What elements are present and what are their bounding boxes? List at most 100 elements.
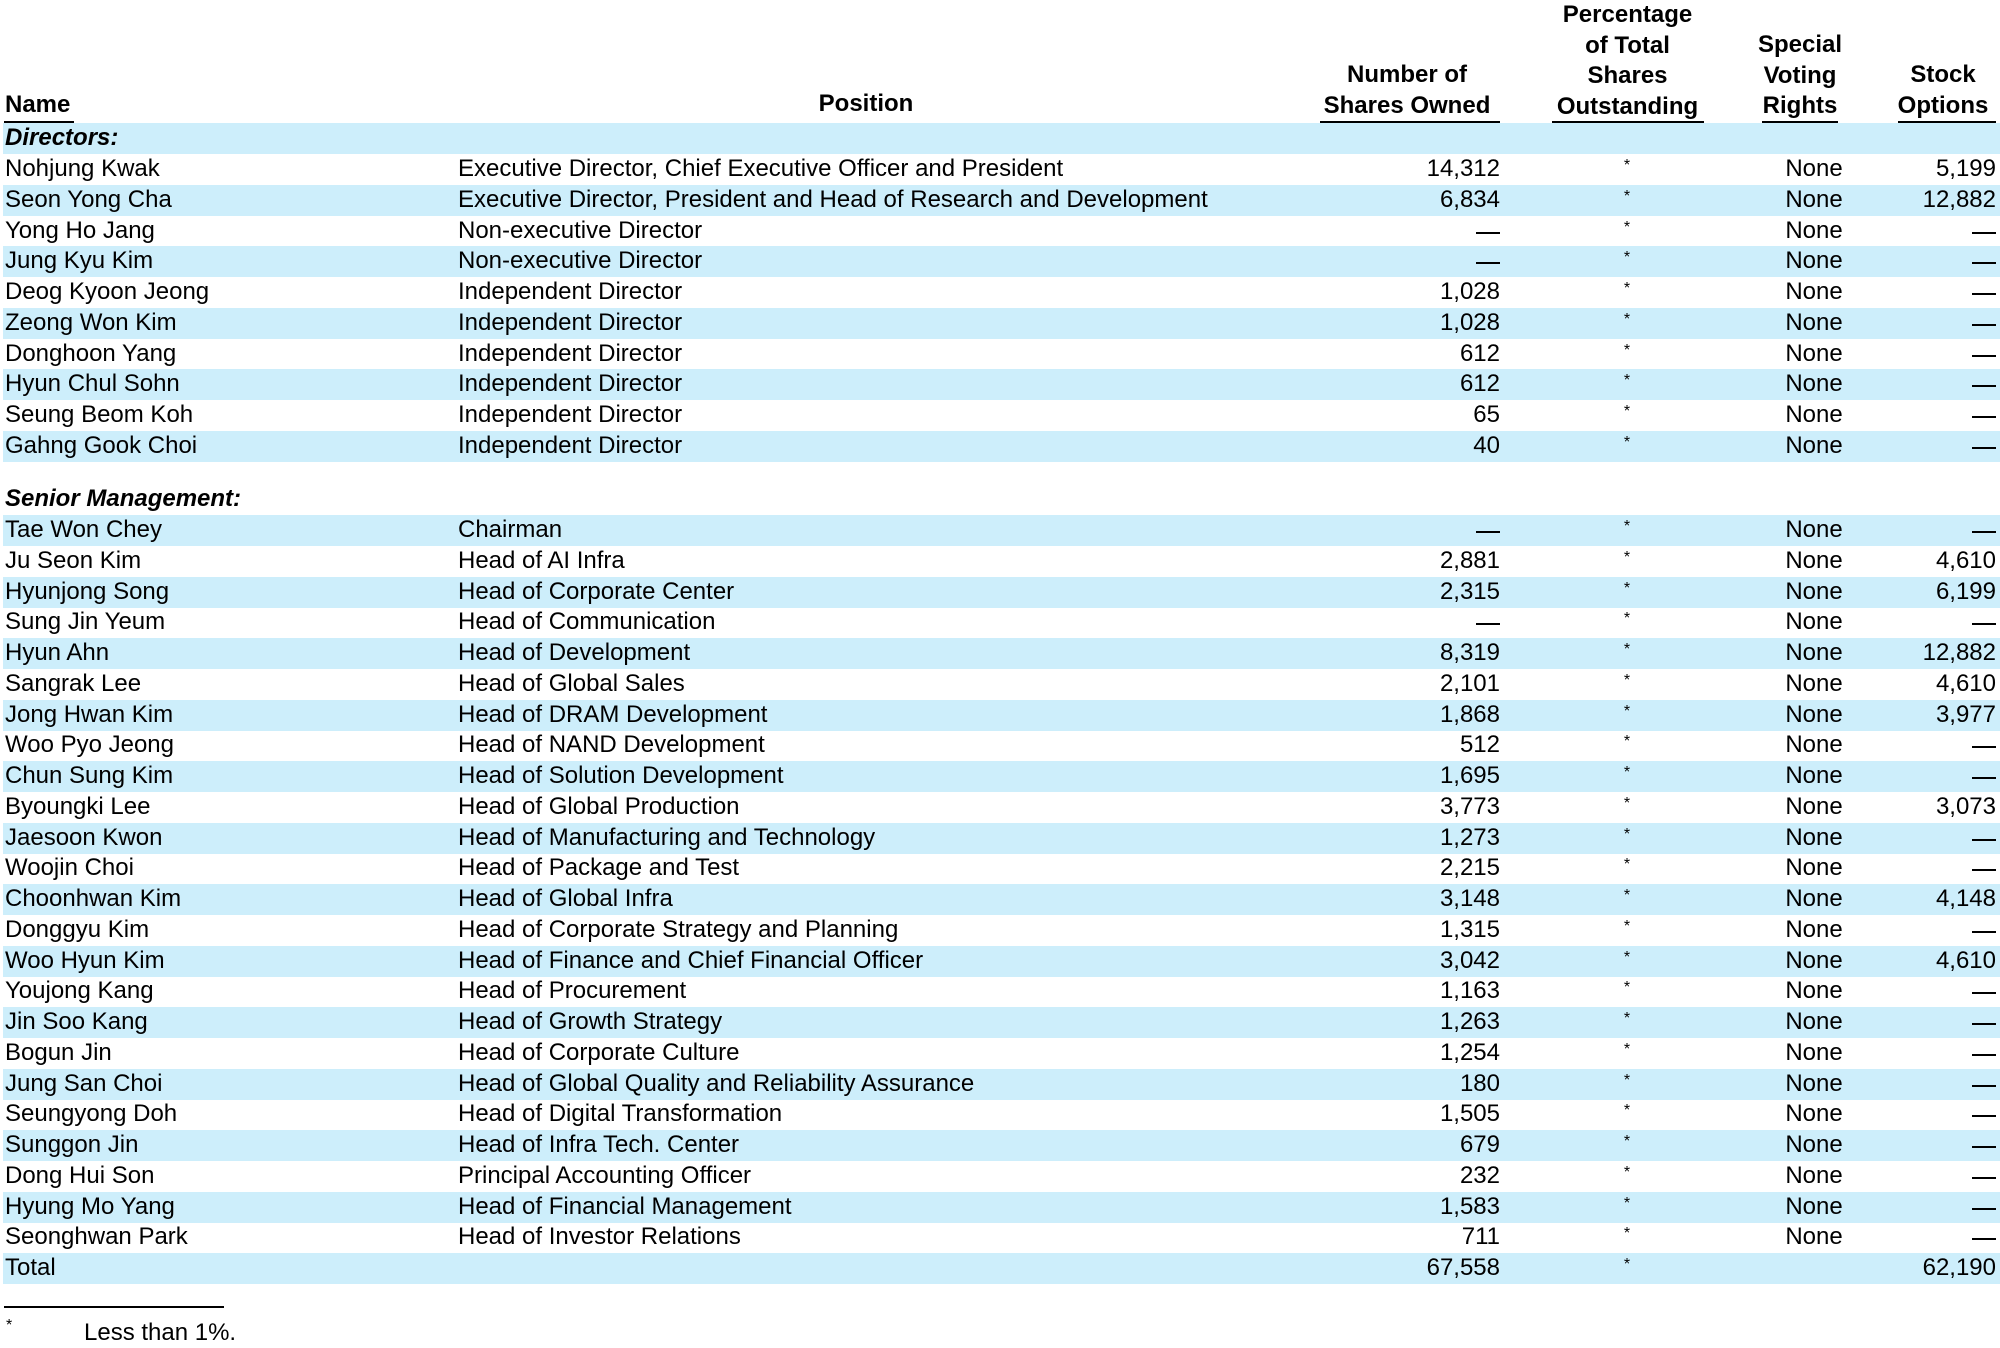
header-voting-line-3: Rights <box>1762 92 1838 119</box>
row-name: Ju Seon Kim <box>5 546 142 574</box>
row-percentage: * <box>1623 671 1631 689</box>
row-options-dash: — <box>1972 1176 1996 1179</box>
row-name: Seon Yong Cha <box>5 185 172 213</box>
row-name: Youjong Kang <box>5 977 154 1005</box>
row-position: Executive Director, Chief Executive Offi… <box>458 155 1064 182</box>
row-position: Independent Director <box>458 278 683 305</box>
row-name: Jin Soo Kang <box>5 1008 148 1035</box>
row-name: Hyung Mo Yang <box>5 1192 175 1220</box>
row-name: Seonghwan Park <box>5 1223 188 1251</box>
row-band <box>3 515 2000 546</box>
row-name: Yong Ho Jang <box>5 216 155 244</box>
row-voting: None <box>1785 823 1843 851</box>
row-voting: None <box>1785 1100 1843 1128</box>
header-percentage-line-4: Outstanding <box>1556 92 1699 120</box>
row-band <box>3 307 2000 339</box>
row-shares: 679 <box>1459 1131 1500 1158</box>
row-name: Woo Pyo Jeong <box>5 731 174 759</box>
row-position: Head of Investor Relations <box>458 1223 741 1251</box>
row-voting: None <box>1785 1008 1843 1035</box>
row-shares: 6,834 <box>1439 185 1500 213</box>
row-shares: 67,558 <box>1426 1254 1500 1281</box>
header-position: Position <box>818 90 914 117</box>
row-percentage: * <box>1623 1040 1631 1058</box>
row-percentage: * <box>1623 856 1631 874</box>
row-options: 3,073 <box>1935 792 1996 820</box>
row-options-dash: — <box>1972 354 1996 357</box>
row-name: Deog Kyoon Jeong <box>5 278 210 305</box>
row-position: Chairman <box>458 516 563 543</box>
row-position: Head of Infra Tech. Center <box>458 1131 740 1158</box>
row-shares: 8,319 <box>1439 639 1500 666</box>
row-position: Head of Corporate Strategy and Planning <box>458 915 899 943</box>
row-name: Bogun Jin <box>5 1038 112 1066</box>
row-options-dash: — <box>1972 416 1996 418</box>
row-options: 12,882 <box>1922 639 1996 666</box>
header-shares: Number of Shares Owned <box>1312 60 1502 121</box>
header-name: Name <box>5 91 71 118</box>
row-percentage: * <box>1623 433 1631 451</box>
row-name: Byoungki Lee <box>5 792 151 820</box>
row-options-dash: — <box>1972 992 1996 995</box>
row-position: Head of Global Quality and Reliability A… <box>458 1069 975 1097</box>
row-band <box>3 246 2000 278</box>
header-shares-line-2: Shares Owned <box>1323 91 1491 119</box>
row-name: Sung Jin Yeum <box>5 608 166 636</box>
row-voting: None <box>1785 608 1843 636</box>
footnote-text: Less than 1%. <box>84 1319 237 1346</box>
row-voting: None <box>1785 339 1843 367</box>
row-shares: 512 <box>1459 731 1500 759</box>
row-shares: 180 <box>1459 1069 1500 1097</box>
row-shares: 1,263 <box>1439 1008 1500 1035</box>
row-position: Head of Digital Transformation <box>458 1100 783 1128</box>
row-options-dash: — <box>1972 293 1996 295</box>
header-shares-line-1: Number of <box>1347 61 1467 88</box>
row-position: Head of Manufacturing and Technology <box>458 823 876 851</box>
row-options-dash: — <box>1972 1238 1996 1241</box>
header-voting-line-2: Voting <box>1763 61 1837 89</box>
row-name: Woojin Choi <box>5 854 134 882</box>
row-band <box>3 638 2000 669</box>
row-band <box>3 822 2000 854</box>
row-percentage: * <box>1623 610 1631 628</box>
row-shares: 40 <box>1473 431 1500 459</box>
row-name: Donggyu Kim <box>5 915 150 943</box>
row-percentage: * <box>1623 579 1631 597</box>
row-position: Head of Growth Strategy <box>458 1008 723 1035</box>
row-percentage: * <box>1623 157 1631 174</box>
row-percentage: * <box>1623 948 1631 966</box>
row-percentage: * <box>1623 1194 1631 1212</box>
row-options: 12,882 <box>1922 185 1996 213</box>
row-percentage: * <box>1623 1163 1631 1181</box>
row-percentage: * <box>1623 764 1631 781</box>
row-name: Donghoon Yang <box>5 339 177 367</box>
row-shares: 1,315 <box>1439 915 1500 943</box>
row-options-dash: — <box>1972 1023 1996 1025</box>
row-shares: 3,042 <box>1439 946 1500 974</box>
row-voting: None <box>1785 1223 1843 1251</box>
row-position: Head of Communication <box>458 608 716 636</box>
row-shares: 2,215 <box>1439 854 1500 882</box>
row-voting: None <box>1785 216 1843 244</box>
row-name: Nohjung Kwak <box>5 155 160 182</box>
row-band <box>3 699 2000 731</box>
row-shares: 1,583 <box>1439 1192 1500 1220</box>
row-name: Chun Sung Kim <box>5 762 174 789</box>
row-shares: 711 <box>1461 1223 1500 1251</box>
row-position: Head of Solution Development <box>458 762 784 789</box>
row-shares-dash: — <box>1476 231 1500 234</box>
row-percentage: * <box>1623 187 1631 205</box>
row-name: Jong Hwan Kim <box>5 700 174 728</box>
row-options: 5,199 <box>1935 155 1996 182</box>
row-shares: 2,881 <box>1439 546 1500 574</box>
row-band <box>3 945 2000 977</box>
footnote-mark: * <box>6 1317 13 1334</box>
row-options: 62,190 <box>1922 1254 1996 1281</box>
row-percentage: * <box>1623 372 1631 390</box>
header-percentage-line-3: Shares <box>1587 62 1668 89</box>
row-shares: 2,101 <box>1439 669 1500 697</box>
row-options-dash: — <box>1972 1115 1996 1118</box>
row-options: 4,610 <box>1935 669 1996 697</box>
row-position: Head of DRAM Development <box>458 700 768 728</box>
row-percentage: * <box>1623 249 1631 267</box>
